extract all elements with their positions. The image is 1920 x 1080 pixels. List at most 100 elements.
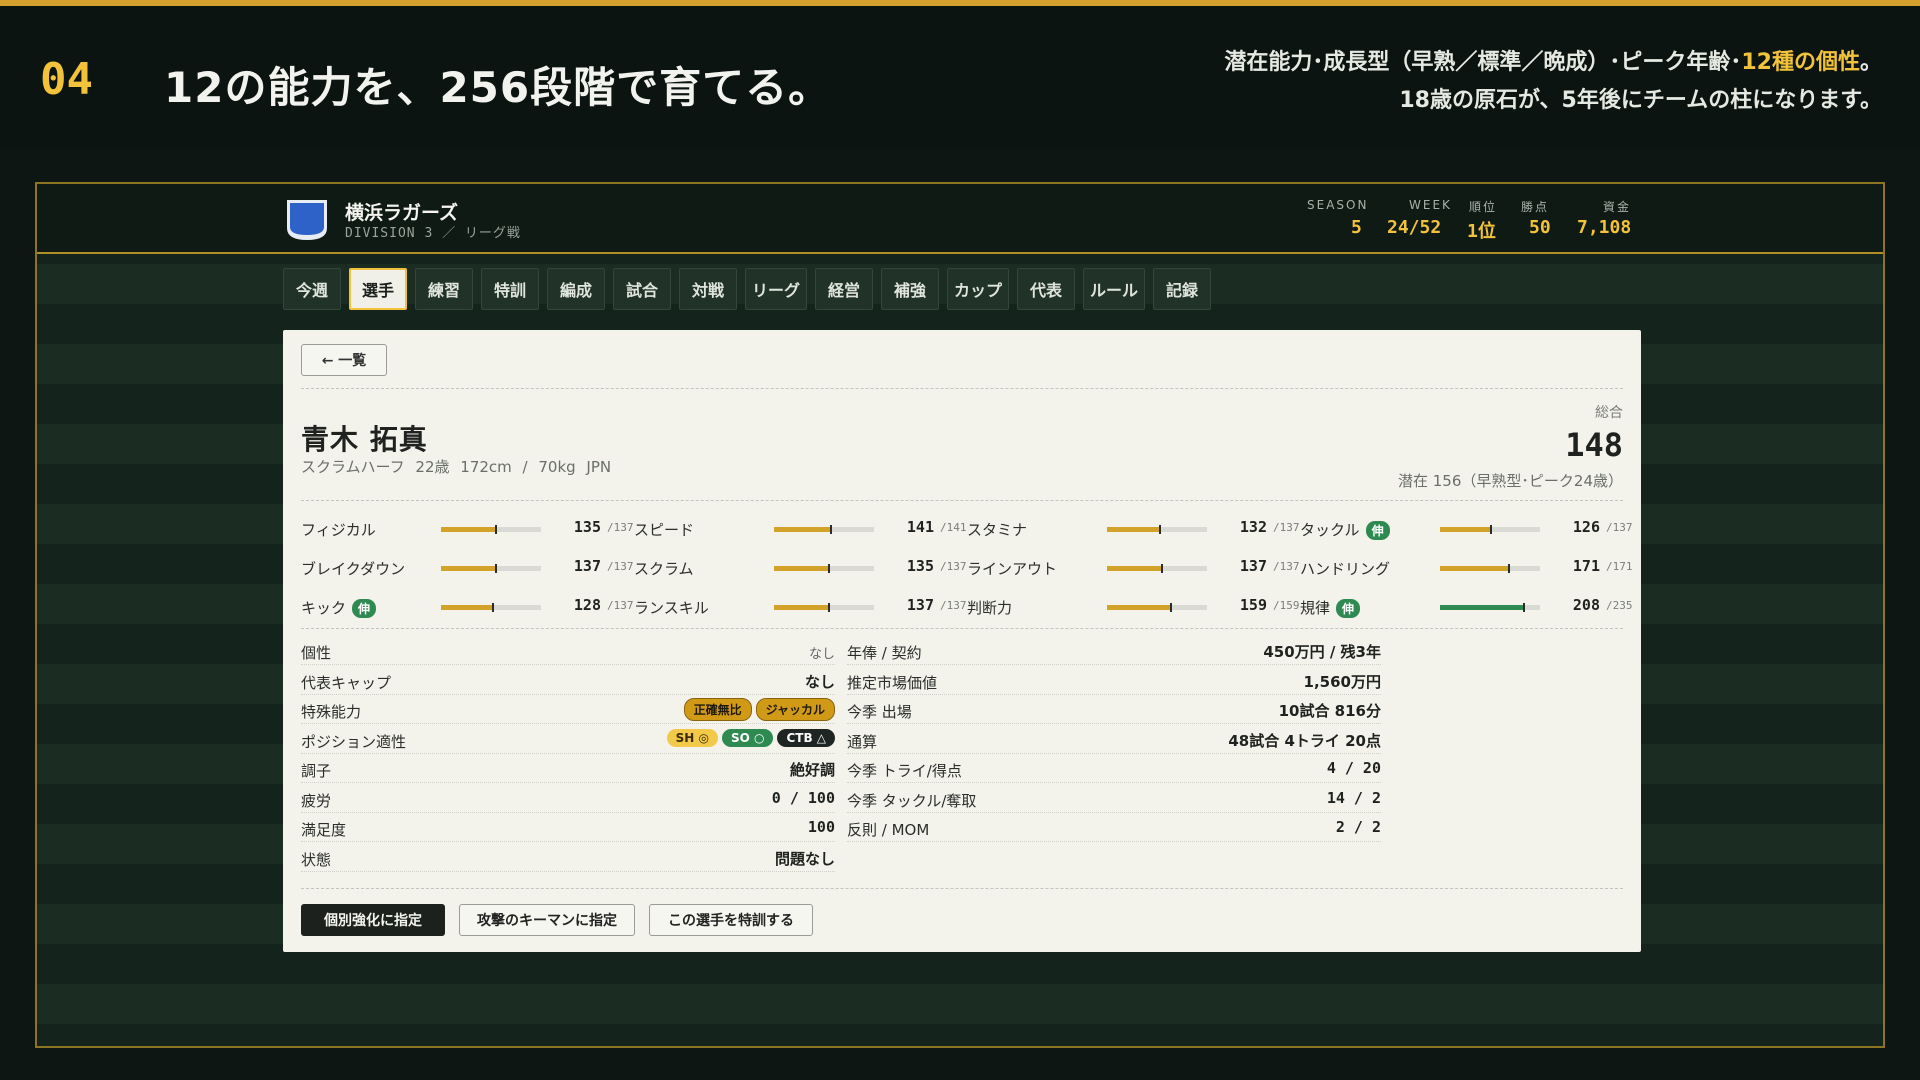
ability-name: キック bbox=[301, 599, 347, 617]
tab-8[interactable]: 経営 bbox=[815, 268, 873, 310]
ability-row: ハンドリング 171/171 bbox=[1300, 553, 1633, 583]
special-training-button[interactable]: この選手を特訓する bbox=[649, 904, 813, 936]
trait-badge: SH ◎ bbox=[666, 728, 718, 747]
info-key: 通算 bbox=[847, 732, 878, 751]
ability-bar-marker bbox=[1490, 525, 1492, 534]
info-row: 疲労 0 / 100 bbox=[301, 784, 835, 813]
tab-3[interactable]: 特訓 bbox=[481, 268, 539, 310]
tab-0[interactable]: 今週 bbox=[283, 268, 341, 310]
divider bbox=[301, 500, 1623, 501]
ability-label: ランスキル bbox=[634, 597, 709, 618]
info-row: 今季 タックル/奪取 14 / 2 bbox=[847, 784, 1381, 813]
info-key: 年俸 / 契約 bbox=[847, 644, 922, 662]
club-header: 横浜ラガーズ DIVISION 3 ／ リーグ戦 SEASON 5 WEEK 2… bbox=[37, 184, 1883, 254]
ability-bar-fill bbox=[1440, 527, 1491, 532]
ability-row: タックル伸 126/137 bbox=[1300, 514, 1633, 544]
overall-value: 148 bbox=[1565, 426, 1623, 464]
tab-12[interactable]: ルール bbox=[1083, 268, 1145, 310]
focus-training-button[interactable]: 個別強化に指定 bbox=[301, 904, 445, 936]
ability-row: キック伸 128/137 bbox=[301, 592, 634, 622]
tab-5[interactable]: 試合 bbox=[613, 268, 671, 310]
ability-row: 規律伸 208/235 bbox=[1300, 592, 1633, 622]
tab-11[interactable]: 代表 bbox=[1017, 268, 1075, 310]
growth-badge: 伸 bbox=[1365, 521, 1390, 540]
ability-row: フィジカル 135/137 bbox=[301, 514, 634, 544]
ability-name: 規律 bbox=[1300, 599, 1331, 617]
ability-max: /137 bbox=[607, 560, 634, 573]
ability-max: /137 bbox=[1273, 521, 1300, 534]
ability-max: /137 bbox=[940, 599, 967, 612]
info-value: 100 bbox=[807, 818, 835, 836]
tab-13[interactable]: 記録 bbox=[1153, 268, 1211, 310]
info-value: 48試合 4トライ 20点 bbox=[1228, 731, 1381, 750]
info-key: 代表キャップ bbox=[301, 673, 392, 692]
info-row: 推定市場価値 1,560万円 bbox=[847, 666, 1381, 695]
ability-bar-fill bbox=[1107, 605, 1171, 610]
ability-label: タックル伸 bbox=[1300, 519, 1390, 540]
tab-2[interactable]: 練習 bbox=[415, 268, 473, 310]
ability-row: スピード 141/141 bbox=[634, 514, 967, 544]
ability-value: 132 bbox=[1239, 518, 1267, 536]
feature-desc-line1: 潜在能力･成長型（早熟／標準／晩成）･ピーク年齢･ bbox=[1224, 50, 1742, 75]
trait-badge: 正確無比 bbox=[683, 698, 752, 721]
ability-value: 135 bbox=[573, 518, 601, 536]
season-label: SEASON bbox=[1307, 198, 1369, 212]
ability-row: ラインアウト 137/137 bbox=[967, 553, 1300, 583]
info-key: 満足度 bbox=[301, 821, 347, 839]
tab-7[interactable]: リーグ bbox=[745, 268, 807, 310]
info-key: 調子 bbox=[301, 762, 332, 780]
shield-icon bbox=[287, 200, 327, 240]
ability-value: 137 bbox=[573, 557, 601, 575]
info-key: ポジション適性 bbox=[301, 732, 407, 751]
info-value: 正確無比 ジャッカル bbox=[680, 698, 835, 721]
ability-bar bbox=[1107, 603, 1207, 612]
info-key: 反則 / MOM bbox=[847, 821, 930, 839]
season-value: 5 bbox=[1351, 217, 1362, 238]
trait-badge: SO ○ bbox=[721, 728, 774, 747]
trait-badge: CTB △ bbox=[777, 728, 835, 747]
ability-max: /171 bbox=[1606, 560, 1633, 573]
ability-name: フィジカル bbox=[301, 521, 376, 539]
feature-banner: 04 12の能力を、256段階で育てる。 潜在能力･成長型（早熟／標準／晩成）･… bbox=[0, 6, 1920, 148]
info-row: 今季 トライ/得点 4 / 20 bbox=[847, 754, 1381, 783]
info-value: 4 / 20 bbox=[1326, 759, 1381, 777]
growth-badge: 伸 bbox=[352, 599, 377, 618]
divider bbox=[301, 388, 1623, 389]
info-value: 絶好調 bbox=[789, 761, 835, 779]
info-value: なし bbox=[804, 672, 835, 691]
info-key: 個性 bbox=[301, 644, 332, 662]
team-name: 横浜ラガーズ bbox=[345, 202, 459, 224]
tab-1[interactable]: 選手 bbox=[349, 268, 407, 310]
overall-label: 総合 bbox=[1595, 405, 1623, 421]
back-to-list-button[interactable]: ← 一覧 bbox=[301, 344, 387, 376]
tab-6[interactable]: 対戦 bbox=[679, 268, 737, 310]
ability-name: ランスキル bbox=[634, 599, 709, 617]
ability-value: 128 bbox=[573, 596, 601, 614]
ability-name: スクラム bbox=[634, 560, 694, 578]
attack-keyman-button[interactable]: 攻撃のキーマンに指定 bbox=[459, 904, 635, 936]
ability-label: ブレイクダウン bbox=[301, 558, 405, 579]
rank-label: 順位 bbox=[1469, 200, 1498, 214]
growth-badge: 伸 bbox=[1336, 599, 1361, 618]
potential-note: 潜在 156（早熟型･ピーク24歳） bbox=[1398, 472, 1623, 490]
info-row: 調子 絶好調 bbox=[301, 754, 835, 783]
tab-10[interactable]: カップ bbox=[947, 268, 1009, 310]
info-key: 今季 トライ/得点 bbox=[847, 762, 962, 780]
tab-9[interactable]: 補強 bbox=[881, 268, 939, 310]
ability-bar-fill bbox=[774, 605, 829, 610]
tab-4[interactable]: 編成 bbox=[547, 268, 605, 310]
rank-value: 1位 bbox=[1467, 221, 1496, 242]
ability-bar-marker bbox=[1508, 564, 1510, 573]
ability-value: 171 bbox=[1572, 557, 1600, 575]
feature-desc-period: 。 bbox=[1859, 50, 1882, 75]
info-key: 推定市場価値 bbox=[847, 673, 938, 692]
ability-name: タックル bbox=[1300, 521, 1360, 539]
ability-bar bbox=[441, 564, 541, 573]
ability-bar bbox=[1107, 564, 1207, 573]
info-key: 今季 タックル/奪取 bbox=[847, 791, 977, 810]
ability-max: /235 bbox=[1606, 599, 1633, 612]
divider bbox=[301, 888, 1623, 889]
info-row: 満足度 100 bbox=[301, 813, 835, 842]
ability-bar-fill bbox=[1440, 566, 1509, 571]
ability-label: スタミナ bbox=[967, 519, 1027, 540]
